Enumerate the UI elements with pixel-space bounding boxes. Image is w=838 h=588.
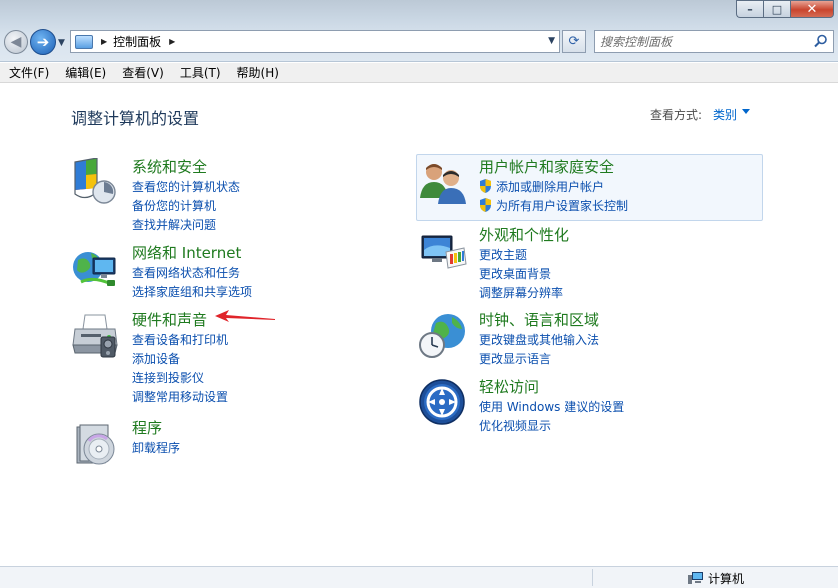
search-input[interactable] xyxy=(600,34,810,49)
main-content: 调整计算机的设置 查看方式: 类别 系统和安全 查看您的计算机状态 备份您的计算… xyxy=(0,84,838,566)
search-icon[interactable] xyxy=(814,34,828,48)
forward-button[interactable]: ➔ xyxy=(30,29,56,55)
link-connect-projector[interactable]: 连接到投影仪 xyxy=(132,369,228,388)
category-title-user-accounts[interactable]: 用户帐户和家庭安全 xyxy=(479,156,614,177)
refresh-button[interactable]: ⟳ xyxy=(562,30,586,53)
uac-shield-icon xyxy=(480,198,491,212)
maximize-button[interactable]: □ xyxy=(763,0,790,18)
printer-icon[interactable] xyxy=(71,311,121,361)
status-bar: 计算机 xyxy=(0,566,838,588)
link-screen-resolution[interactable]: 调整屏幕分辨率 xyxy=(479,284,563,303)
link-parental-controls[interactable]: 为所有用户设置家长控制 xyxy=(479,197,628,216)
category-title-clock-region[interactable]: 时钟、语言和区域 xyxy=(479,309,599,330)
search-box[interactable] xyxy=(594,30,834,53)
appearance-icon[interactable] xyxy=(418,226,468,276)
recent-pages-dropdown[interactable]: ▼ xyxy=(58,38,65,48)
status-location-text: 计算机 xyxy=(708,572,745,586)
view-by-label: 查看方式: xyxy=(650,108,703,122)
view-by-dropdown[interactable]: 类别 xyxy=(713,106,737,123)
users-icon[interactable] xyxy=(418,158,468,208)
annotation-arrow-icon xyxy=(215,310,275,322)
link-add-remove-users[interactable]: 添加或删除用户帐户 xyxy=(479,178,628,197)
category-title-appearance[interactable]: 外观和个性化 xyxy=(479,224,569,245)
menu-view[interactable]: 查看(V) xyxy=(115,64,171,81)
breadcrumb-arrow-icon[interactable]: ▶ xyxy=(101,37,107,46)
status-divider xyxy=(592,569,593,586)
link-add-device[interactable]: 添加设备 xyxy=(132,350,228,369)
link-add-remove-users-text[interactable]: 添加或删除用户帐户 xyxy=(496,180,604,194)
category-title-hardware-sound[interactable]: 硬件和声音 xyxy=(132,309,207,330)
address-dropdown-icon[interactable]: ▼ xyxy=(548,36,555,46)
network-icon[interactable] xyxy=(71,244,121,294)
chevron-down-icon[interactable] xyxy=(742,109,750,114)
link-recommended-settings[interactable]: 使用 Windows 建议的设置 xyxy=(479,398,624,417)
link-change-background[interactable]: 更改桌面背景 xyxy=(479,265,563,284)
system-security-icon[interactable] xyxy=(71,158,121,208)
computer-icon xyxy=(688,572,703,584)
back-button[interactable]: ◀ xyxy=(4,30,28,54)
control-panel-icon xyxy=(75,34,93,49)
link-change-theme[interactable]: 更改主题 xyxy=(479,246,563,265)
link-uninstall-program[interactable]: 卸载程序 xyxy=(132,439,180,458)
page-title: 调整计算机的设置 xyxy=(71,109,200,128)
menu-help[interactable]: 帮助(H) xyxy=(230,64,286,81)
link-devices-printers[interactable]: 查看设备和打印机 xyxy=(132,331,228,350)
menu-file[interactable]: 文件(F) xyxy=(2,64,56,81)
link-network-status[interactable]: 查看网络状态和任务 xyxy=(132,264,252,283)
category-title-programs[interactable]: 程序 xyxy=(132,417,162,438)
breadcrumb-arrow-icon[interactable]: ▶ xyxy=(169,37,175,46)
uac-shield-icon xyxy=(480,179,491,193)
menu-edit[interactable]: 编辑(E) xyxy=(58,64,113,81)
link-change-keyboard[interactable]: 更改键盘或其他输入法 xyxy=(479,331,599,350)
link-homegroup-sharing[interactable]: 选择家庭组和共享选项 xyxy=(132,283,252,302)
link-mobility-settings[interactable]: 调整常用移动设置 xyxy=(132,388,228,407)
clock-globe-icon[interactable] xyxy=(418,311,468,361)
category-title-system-security[interactable]: 系统和安全 xyxy=(132,156,207,177)
menu-bar: 文件(F) 编辑(E) 查看(V) 工具(T) 帮助(H) xyxy=(0,63,838,83)
window-controls: – □ ✕ xyxy=(736,0,834,18)
minimize-button[interactable]: – xyxy=(736,0,763,18)
breadcrumb-control-panel[interactable]: 控制面板 xyxy=(113,33,161,50)
title-bar: – □ ✕ ◀ ➔ ▼ ▶ 控制面板 ▶ ▼ ⟳ xyxy=(0,0,838,62)
link-optimize-display[interactable]: 优化视频显示 xyxy=(479,417,624,436)
link-backup-computer[interactable]: 备份您的计算机 xyxy=(132,197,240,216)
close-button[interactable]: ✕ xyxy=(790,0,834,18)
programs-icon[interactable] xyxy=(71,419,121,469)
category-title-ease-of-access[interactable]: 轻松访问 xyxy=(479,376,539,397)
link-view-computer-status[interactable]: 查看您的计算机状态 xyxy=(132,178,240,197)
menu-tools[interactable]: 工具(T) xyxy=(173,64,228,81)
link-troubleshoot[interactable]: 查找并解决问题 xyxy=(132,216,240,235)
link-change-display-language[interactable]: 更改显示语言 xyxy=(479,350,599,369)
ease-of-access-icon[interactable] xyxy=(418,378,468,428)
address-bar[interactable]: ▶ 控制面板 ▶ ▼ xyxy=(70,30,560,53)
link-parental-controls-text[interactable]: 为所有用户设置家长控制 xyxy=(496,199,628,213)
category-title-network[interactable]: 网络和 Internet xyxy=(132,242,241,263)
